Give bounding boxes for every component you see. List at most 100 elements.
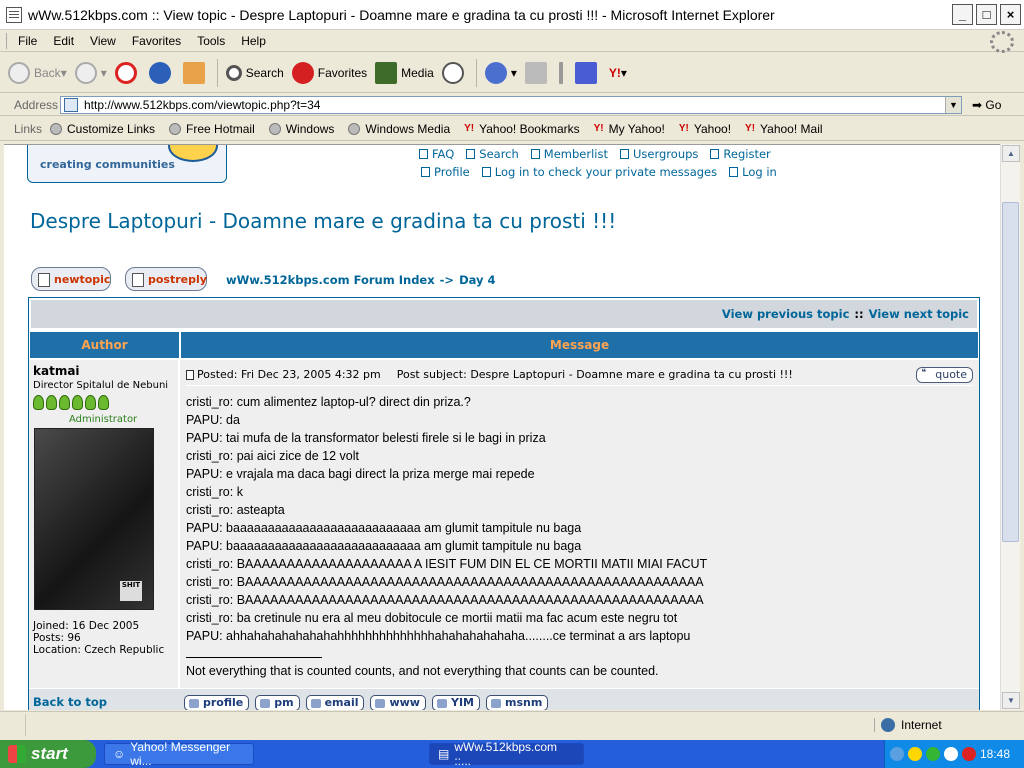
nav-usergroups[interactable]: Usergroups <box>620 147 698 161</box>
yim-button[interactable]: YIM <box>431 695 480 710</box>
nav-profile[interactable]: Profile <box>421 165 470 179</box>
yahoo-toolbar-button[interactable]: Y! ▾ <box>609 66 627 80</box>
discuss-button[interactable] <box>574 61 601 84</box>
profile-icon <box>421 167 430 177</box>
address-bar: Address http://www.512kbps.com/viewtopic… <box>0 94 1024 116</box>
post-header: Posted: Fri Dec 23, 2005 4:32 pm Post su… <box>186 364 973 386</box>
home-button[interactable] <box>182 61 209 84</box>
yahoo-icon: Y! <box>593 122 604 134</box>
link-customize-links[interactable]: Customize Links <box>50 122 155 136</box>
forum-logo[interactable]: creating communities <box>27 145 227 183</box>
www-button[interactable]: www <box>370 695 426 710</box>
stop-button[interactable] <box>114 61 141 84</box>
rank-star-icon <box>46 395 57 410</box>
faq-icon <box>419 149 428 159</box>
menu-tools[interactable]: Tools <box>189 34 233 48</box>
links-bar: Links Customize Links Free Hotmail Windo… <box>0 117 1024 141</box>
go-button[interactable]: ➡ Go <box>972 98 1001 112</box>
search-icon <box>225 64 242 81</box>
address-input[interactable]: http://www.512kbps.com/viewtopic.php?t=3… <box>60 95 962 114</box>
antivirus-tray-icon[interactable] <box>961 747 976 761</box>
minimize-button[interactable]: _ <box>952 4 973 25</box>
pm-button[interactable]: pm <box>255 695 300 710</box>
nav-search[interactable]: Search <box>466 147 519 161</box>
table-header: Author Message <box>29 331 979 359</box>
yahoo-smiley-tray-icon[interactable] <box>907 747 922 761</box>
history-button[interactable] <box>441 61 468 84</box>
back-to-top-link[interactable]: Back to top <box>33 695 107 709</box>
topic-title[interactable]: Despre Laptopuri - Doamne mare e gradina… <box>30 209 616 233</box>
view-previous-topic-link[interactable]: View previous topic <box>722 307 850 321</box>
close-button[interactable]: × <box>1000 4 1021 25</box>
scroll-down-arrow-icon[interactable]: ▼ <box>1002 692 1020 709</box>
nav-private-messages[interactable]: Log in to check your private messages <box>481 165 717 179</box>
print-button[interactable] <box>524 61 551 84</box>
view-next-topic-link[interactable]: View next topic <box>869 307 969 321</box>
status-bar: Internet <box>0 711 1024 737</box>
post-reply-button[interactable]: postreply <box>125 267 207 291</box>
windows-logo-icon <box>8 745 26 763</box>
maximize-button[interactable]: □ <box>976 4 997 25</box>
avatar: SHIT <box>34 428 154 610</box>
quote-button[interactable]: quote <box>916 366 973 383</box>
post-line: PAPU: ahhahahahahahahahhhhhhhhhhhhhhahah… <box>186 629 691 643</box>
nav-login[interactable]: Log in <box>729 165 777 179</box>
link-free-hotmail[interactable]: Free Hotmail <box>169 122 255 136</box>
tray-expand-icon[interactable] <box>889 747 904 761</box>
menu-view[interactable]: View <box>82 34 124 48</box>
toolbar-separator <box>475 58 477 87</box>
rank-stars <box>33 395 174 410</box>
start-button[interactable]: start <box>0 740 96 768</box>
post-line: cristi_ro: asteapta <box>186 503 285 517</box>
post-icon <box>186 369 194 380</box>
nav-memberlist[interactable]: Memberlist <box>530 147 608 161</box>
messenger-button[interactable]: ▾ <box>484 61 517 84</box>
menu-help[interactable]: Help <box>233 34 274 48</box>
back-button[interactable]: Back ▾ <box>8 61 67 84</box>
link-windows-media[interactable]: Windows Media <box>348 122 450 136</box>
link-yahoo-mail[interactable]: Y! Yahoo! Mail <box>745 122 822 136</box>
edit-button[interactable] <box>558 61 567 84</box>
refresh-button[interactable] <box>148 61 175 84</box>
scroll-up-arrow-icon[interactable]: ▲ <box>1002 145 1020 162</box>
nav-register[interactable]: Register <box>710 147 771 161</box>
vertical-scrollbar[interactable]: ▲ ▼ <box>1000 144 1020 710</box>
media-button[interactable]: Media <box>375 61 434 84</box>
nav-faq[interactable]: FAQ <box>419 147 454 161</box>
post-message-cell: Posted: Fri Dec 23, 2005 4:32 pm Post su… <box>180 360 979 688</box>
link-yahoo[interactable]: Y! Yahoo! <box>679 122 731 136</box>
task-internet-explorer[interactable]: ▤ wWw.512kbps.com ::... <box>429 740 584 768</box>
link-my-yahoo[interactable]: Y! My Yahoo! <box>594 122 665 136</box>
yahoo-icon: Y! <box>745 122 756 134</box>
scroll-thumb[interactable] <box>1002 202 1019 542</box>
msnm-button[interactable]: msnm <box>486 695 549 710</box>
menu-favorites[interactable]: Favorites <box>124 34 189 48</box>
link-windows[interactable]: Windows <box>268 122 334 136</box>
yahoo-icon: Y! <box>678 122 689 134</box>
forward-button[interactable]: ▾ <box>74 61 107 84</box>
menu-edit[interactable]: Edit <box>45 34 82 48</box>
message-icon <box>481 167 491 177</box>
new-topic-button[interactable]: newtopic <box>31 267 111 291</box>
post-line: cristi_ro: pai aici zice de 12 volt <box>186 449 359 463</box>
messenger-tray-icon[interactable] <box>925 747 940 761</box>
rank-star-icon <box>59 395 70 410</box>
task-yahoo-messenger[interactable]: ☺ Yahoo! Messenger wi... <box>104 740 254 768</box>
breadcrumb-forum[interactable]: Day 4 <box>459 273 495 287</box>
home-icon <box>182 61 205 84</box>
status-page-icon <box>0 713 26 736</box>
avatar-mug-text: SHIT <box>120 581 142 601</box>
phone-tray-icon[interactable] <box>943 747 958 761</box>
favorites-button[interactable]: Favorites <box>291 61 367 84</box>
email-button[interactable]: email <box>305 695 365 710</box>
address-dropdown-button[interactable]: ▼ <box>945 96 961 113</box>
search-button[interactable]: Search <box>225 64 284 81</box>
post-line: PAPU: baaaaaaaaaaaaaaaaaaaaaaaaaaa am gl… <box>186 539 582 553</box>
post-line: PAPU: e vrajala ma daca bagi direct la p… <box>186 467 535 481</box>
topic-nav-separator: :: <box>854 307 864 321</box>
menu-file[interactable]: File <box>10 34 45 48</box>
profile-button[interactable]: profile <box>184 695 250 710</box>
link-yahoo-bookmarks[interactable]: Y! Yahoo! Bookmarks <box>464 122 580 136</box>
clock-icon <box>441 61 464 84</box>
breadcrumb-forum-index[interactable]: wWw.512kbps.com Forum Index <box>226 273 435 287</box>
